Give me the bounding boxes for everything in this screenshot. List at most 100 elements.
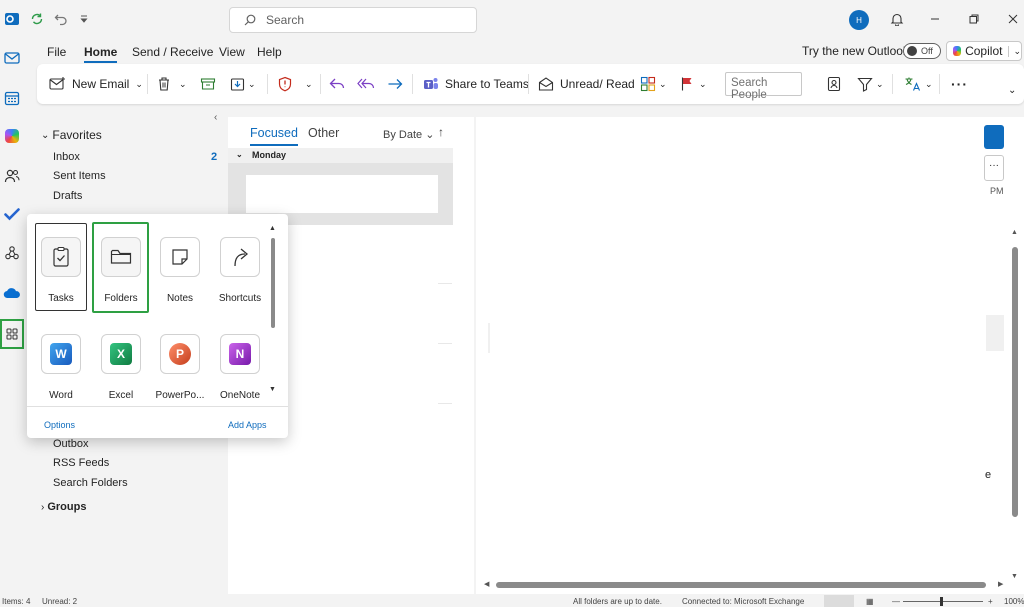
groups-network-icon[interactable]: [2, 243, 22, 263]
zoom-slider[interactable]: [903, 601, 983, 602]
mail-icon[interactable]: [2, 48, 22, 68]
share-to-teams-button[interactable]: Share to Teams: [423, 72, 529, 96]
sync-icon[interactable]: [29, 11, 45, 27]
copilot-icon: [953, 46, 962, 56]
trash-icon: [159, 77, 169, 91]
new-outlook-toggle[interactable]: Off: [903, 43, 941, 59]
day-group-header[interactable]: ⌄ Monday: [228, 148, 453, 163]
app-shortcuts[interactable]: Shortcuts: [215, 237, 265, 304]
search-people-input[interactable]: Search People: [725, 72, 802, 101]
reading-view-icon[interactable]: ▦: [866, 597, 874, 606]
scroll-up-icon[interactable]: ▲: [269, 225, 276, 232]
app-powerpoint[interactable]: P PowerPo...: [155, 334, 205, 401]
avatar[interactable]: H: [849, 10, 869, 30]
categorize-button[interactable]: ⌄: [640, 72, 667, 96]
side-panel-fragment: [986, 315, 1004, 351]
chevron-down-icon[interactable]: ⌄: [699, 79, 707, 90]
compose-popout-icon[interactable]: [984, 125, 1004, 149]
tab-other[interactable]: Other: [308, 126, 339, 140]
undo-icon[interactable]: [53, 11, 69, 27]
scroll-right-icon[interactable]: ▶: [998, 580, 1003, 588]
app-folders[interactable]: Folders: [96, 237, 146, 304]
vertical-scrollbar[interactable]: ▲ ▼: [1011, 229, 1019, 584]
reply-button[interactable]: [329, 72, 345, 96]
folder-drafts[interactable]: Drafts: [53, 190, 82, 202]
normal-view-button[interactable]: [824, 595, 854, 607]
sort-direction-icon[interactable]: ↑: [438, 125, 444, 139]
quick-access-dropdown-icon[interactable]: [76, 11, 92, 27]
app-label: Word: [49, 390, 73, 401]
zoom-in-icon[interactable]: +: [988, 597, 993, 606]
chevron-down-icon[interactable]: ⌄: [876, 79, 884, 90]
forward-button[interactable]: [387, 72, 403, 96]
scroll-up-icon[interactable]: ▲: [1011, 229, 1018, 236]
horizontal-scrollbar[interactable]: ◀ ▶: [484, 580, 1008, 590]
folder-inbox[interactable]: Inbox: [53, 151, 80, 163]
bell-icon[interactable]: [888, 10, 906, 28]
groups-section[interactable]: › Groups: [41, 501, 86, 513]
app-tasks[interactable]: Tasks: [36, 237, 86, 304]
collapse-pane-icon[interactable]: ‹: [214, 112, 217, 123]
collapse-ribbon-button[interactable]: ⌄: [1008, 78, 1016, 102]
more-apps-button[interactable]: [0, 319, 24, 349]
chevron-down-icon[interactable]: ⌄: [248, 79, 256, 90]
zoom-out-icon[interactable]: —: [892, 597, 900, 606]
todo-icon[interactable]: [2, 204, 22, 224]
onedrive-icon[interactable]: [2, 283, 22, 303]
chevron-down-icon[interactable]: ⌄: [1008, 45, 1021, 57]
minimize-button[interactable]: [926, 10, 944, 28]
tab-help[interactable]: Help: [257, 45, 282, 59]
scrollbar-thumb[interactable]: [496, 582, 986, 588]
status-unread-count: Unread: 2: [42, 597, 78, 606]
restore-button[interactable]: [965, 10, 983, 28]
app-notes[interactable]: Notes: [155, 237, 205, 304]
close-button[interactable]: [1004, 10, 1022, 28]
reply-all-button[interactable]: [357, 72, 375, 96]
chevron-down-icon[interactable]: ⌄: [179, 79, 187, 90]
folder-rss-feeds[interactable]: RSS Feeds: [53, 457, 109, 469]
more-actions-button[interactable]: ···: [984, 155, 1004, 181]
chevron-down-icon[interactable]: ⌄: [659, 79, 667, 90]
chevron-down-icon[interactable]: ⌄: [925, 79, 933, 90]
chevron-down-icon[interactable]: ⌄: [305, 79, 313, 90]
copilot-button[interactable]: Copilot ⌄: [946, 41, 1022, 61]
archive-button[interactable]: [200, 72, 216, 96]
tab-send-receive[interactable]: Send / Receive: [132, 45, 213, 59]
people-icon[interactable]: [2, 166, 22, 186]
copilot-rail-icon[interactable]: [2, 126, 22, 146]
chevron-down-icon[interactable]: ⌄: [135, 79, 143, 90]
favorites-section[interactable]: ⌄ Favorites: [41, 128, 102, 142]
scrollbar-thumb[interactable]: [1012, 247, 1018, 517]
tab-view[interactable]: View: [219, 45, 245, 59]
report-button[interactable]: ⌄: [277, 72, 313, 96]
follow-up-button[interactable]: ⌄: [680, 72, 707, 96]
app-onenote[interactable]: N OneNote: [215, 334, 265, 401]
folder-sent-items[interactable]: Sent Items: [53, 170, 106, 182]
move-button[interactable]: ⌄: [230, 72, 256, 96]
unread-read-label: Unread/ Read: [560, 77, 635, 91]
zoom-slider-thumb[interactable]: [940, 597, 943, 606]
translate-button[interactable]: ⌄: [904, 72, 933, 96]
scrollbar-thumb[interactable]: [271, 238, 275, 328]
add-apps-link[interactable]: Add Apps: [228, 420, 267, 430]
calendar-icon[interactable]: [2, 88, 22, 108]
search-input[interactable]: Search: [229, 7, 477, 33]
app-word[interactable]: W Word: [36, 334, 86, 401]
delete-button[interactable]: ⌄: [157, 72, 187, 96]
scroll-down-icon[interactable]: ▼: [269, 386, 276, 393]
unread-read-button[interactable]: Unread/ Read: [538, 72, 635, 96]
new-email-button[interactable]: New Email ⌄: [49, 72, 143, 96]
scroll-down-icon[interactable]: ▼: [1011, 573, 1018, 580]
tab-file[interactable]: File: [47, 45, 66, 59]
app-excel[interactable]: X Excel: [96, 334, 146, 401]
sort-by-date-button[interactable]: By Date ⌄: [383, 128, 434, 141]
folder-outbox[interactable]: Outbox: [53, 438, 88, 450]
address-book-button[interactable]: [827, 72, 841, 96]
more-options-button[interactable]: ···: [951, 72, 968, 96]
tab-focused[interactable]: Focused: [250, 126, 298, 146]
scroll-left-icon[interactable]: ◀: [484, 580, 489, 588]
folder-search-folders[interactable]: Search Folders: [53, 477, 128, 489]
tab-home[interactable]: Home: [84, 45, 118, 63]
filter-button[interactable]: ⌄: [857, 72, 884, 96]
options-link[interactable]: Options: [44, 420, 75, 430]
